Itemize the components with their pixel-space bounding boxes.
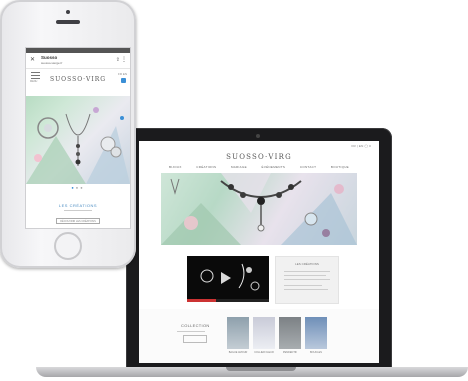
site-logo[interactable]: SUOSSO·VIRG	[139, 153, 379, 161]
video-progress-bar[interactable]	[187, 299, 269, 302]
camera-icon	[256, 134, 260, 138]
browser-toolbar: ✕ Suosso suosso-vierge.fr ⇪ ⋮	[26, 53, 130, 69]
collection-button[interactable]	[183, 335, 207, 343]
nav-item[interactable]: ÉVÉNEMENTS	[262, 165, 286, 169]
laptop: FR | EN ◯ 0 SUOSSO·VIRG BIJOUX CRÉATIONS…	[126, 128, 392, 368]
text-line	[284, 279, 330, 280]
video-progress-fill	[187, 299, 216, 302]
browser-url[interactable]: suosso-vierge.fr	[41, 61, 62, 65]
mobile-site-header: MENU SUOSSO·VIRG FR EN	[26, 68, 130, 96]
collection-section: COLLECTION BAGUE AMOUR COLLIER FLEUR PEN…	[139, 309, 379, 363]
thumb-caption: COLLIER FLEUR	[254, 351, 274, 354]
phone-screen: ✕ Suosso suosso-vierge.fr ⇪ ⋮ MENU SUOSS…	[26, 48, 130, 228]
thumb-caption: BOUCLES	[310, 351, 322, 354]
collection-title: COLLECTION	[181, 323, 210, 328]
hero-banner[interactable]	[161, 173, 357, 245]
product-thumbnail[interactable]	[253, 317, 275, 349]
text-line	[284, 271, 330, 272]
browser-title: Suosso	[41, 55, 58, 60]
carousel-dot[interactable]: ●	[80, 185, 84, 190]
video-player[interactable]	[187, 256, 269, 302]
product-thumbnail[interactable]	[227, 317, 249, 349]
laptop-notch	[226, 367, 296, 371]
more-icon[interactable]: ⋮	[121, 56, 127, 63]
cart-icon[interactable]	[121, 78, 126, 83]
nav-item[interactable]: BOUTIQUE	[331, 165, 349, 169]
text-line	[284, 275, 326, 276]
laptop-screen: FR | EN ◯ 0 SUOSSO·VIRG BIJOUX CRÉATIONS…	[139, 141, 379, 363]
nav-item[interactable]: CRÉATIONS	[196, 165, 216, 169]
nav-item[interactable]: MARIAGE	[231, 165, 247, 169]
mobile-logo[interactable]: SUOSSO·VIRG	[50, 76, 106, 83]
mobile-hero[interactable]	[26, 96, 130, 184]
phone: ✕ Suosso suosso-vierge.fr ⇪ ⋮ MENU SUOSS…	[0, 0, 136, 268]
camera-icon	[66, 10, 70, 14]
carousel-dots[interactable]: ●●●	[26, 185, 130, 190]
speaker-grille	[56, 20, 80, 24]
creations-heading: LES CRÉATIONS	[58, 203, 98, 208]
panel-title: LES CRÉATIONS	[295, 262, 319, 266]
product-thumbnail[interactable]	[279, 317, 301, 349]
text-line	[284, 285, 322, 286]
jewelry-artwork	[161, 173, 357, 245]
site-toplinks[interactable]: FR | EN ◯ 0	[351, 144, 371, 148]
share-icon[interactable]: ⇪	[116, 57, 120, 63]
site-topbar: FR | EN ◯ 0	[139, 141, 379, 151]
divider	[177, 331, 205, 332]
jewelry-artwork	[26, 107, 130, 184]
text-line	[284, 289, 328, 290]
text-panel: LES CRÉATIONS	[275, 256, 339, 304]
discover-button[interactable]: DÉCOUVRIR LES CRÉATIONS	[56, 218, 100, 224]
home-button[interactable]	[54, 232, 82, 260]
product-thumbnail[interactable]	[305, 317, 327, 349]
nav-item[interactable]: CONTACT	[300, 165, 316, 169]
close-icon[interactable]: ✕	[30, 56, 35, 63]
language-switch[interactable]: FR EN	[118, 72, 127, 76]
divider	[64, 210, 92, 211]
play-icon[interactable]	[221, 272, 231, 284]
thumb-caption: BAGUE AMOUR	[228, 351, 248, 354]
menu-label[interactable]: MENU	[30, 80, 37, 83]
nav-item[interactable]: BIJOUX	[169, 165, 182, 169]
site-nav: BIJOUX CRÉATIONS MARIAGE ÉVÉNEMENTS CONT…	[169, 165, 349, 169]
thumb-caption: PENDENTIF	[282, 351, 298, 354]
